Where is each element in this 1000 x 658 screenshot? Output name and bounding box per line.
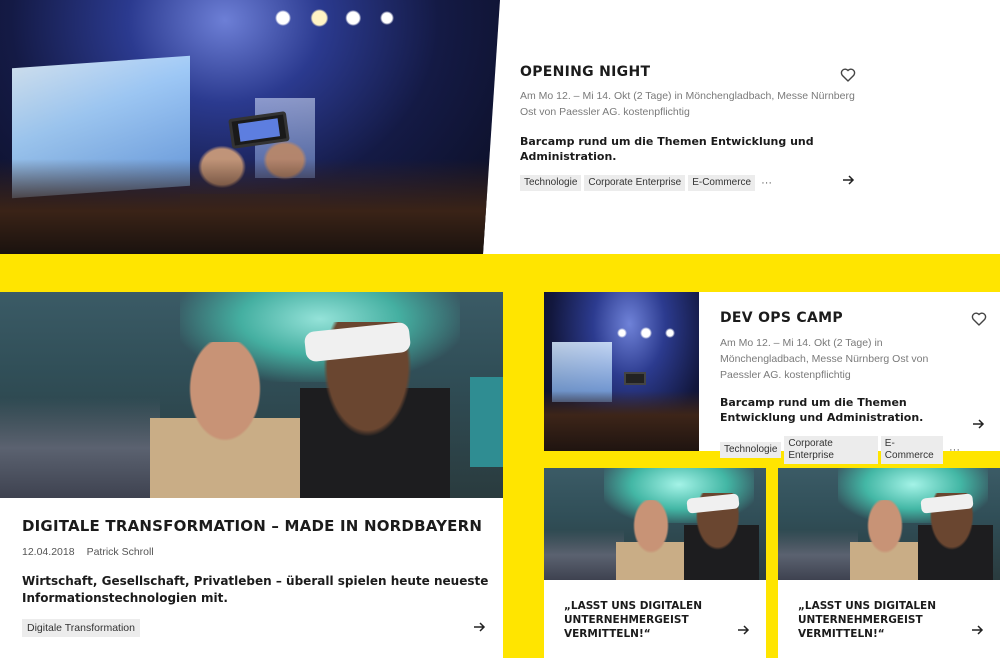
quote-title[interactable]: „LASST UNS DIGITALEN UNTERNEHMERGEIST VE… [798, 599, 958, 641]
event-description: Barcamp rund um die Themen Entwicklung u… [720, 396, 924, 424]
article-meta: 12.04.2018 Patrick Schroll [22, 546, 492, 558]
tag[interactable]: Technologie [520, 175, 582, 191]
featured-event-info: OPENING NIGHT Am Mo 12. – Mi 14. Okt (2 … [520, 64, 860, 191]
arrow-right-icon[interactable] [973, 419, 985, 429]
more-tags-button[interactable]: ··· [761, 177, 772, 189]
tag-list: Digitale Transformation [22, 619, 492, 637]
arrow-right-icon[interactable] [972, 625, 984, 635]
arrow-right-icon[interactable] [474, 622, 486, 632]
quote-card[interactable]: „LASST UNS DIGITALEN UNTERNEHMERGEIST VE… [544, 468, 766, 658]
event-description: Barcamp rund um die Themen Entwicklung u… [520, 135, 814, 163]
tag[interactable]: Corporate Enterprise [584, 175, 686, 191]
tag-list: Technologie Corporate Enterprise E-Comme… [520, 175, 860, 191]
tag[interactable]: Technologie [720, 442, 782, 458]
article-author: Patrick Schroll [86, 546, 154, 558]
event-meta: Am Mo 12. – Mi 14. Okt (2 Tage) in Mönch… [520, 90, 855, 118]
event-info: DEV OPS CAMP Am Mo 12. – Mi 14. Okt (2 T… [720, 310, 960, 464]
arrow-right-icon[interactable] [843, 175, 855, 185]
tag[interactable]: E-Commerce [688, 175, 756, 191]
article-info: DIGITALE TRANSFORMATION – MADE IN NORDBA… [22, 517, 492, 637]
event-title[interactable]: DEV OPS CAMP [720, 310, 960, 326]
quote-photo [778, 468, 1000, 580]
quote-title[interactable]: „LASST UNS DIGITALEN UNTERNEHMERGEIST VE… [564, 599, 724, 641]
quote-card[interactable]: „LASST UNS DIGITALEN UNTERNEHMERGEIST VE… [778, 468, 1000, 658]
article-date: 12.04.2018 [22, 546, 75, 558]
arrow-right-icon[interactable] [738, 625, 750, 635]
article-description: Wirtschaft, Gesellschaft, Privatleben – … [22, 574, 489, 605]
tag[interactable]: E-Commerce [880, 436, 943, 464]
tag-list: Technologie Corporate Enterprise E-Comme… [720, 436, 960, 464]
heart-icon[interactable] [971, 311, 987, 327]
featured-event-card[interactable]: OPENING NIGHT Am Mo 12. – Mi 14. Okt (2 … [0, 0, 1000, 254]
tag[interactable]: Corporate Enterprise [784, 436, 878, 464]
article-photo [0, 292, 503, 498]
article-title[interactable]: DIGITALE TRANSFORMATION – MADE IN NORDBA… [22, 517, 492, 535]
tag[interactable]: Digitale Transformation [22, 619, 140, 637]
event-title[interactable]: OPENING NIGHT [520, 64, 860, 80]
event-meta: Am Mo 12. – Mi 14. Okt (2 Tage) in Mönch… [720, 337, 929, 381]
article-card[interactable]: DIGITALE TRANSFORMATION – MADE IN NORDBA… [0, 292, 503, 658]
more-tags-button[interactable]: ··· [949, 444, 960, 456]
quote-photo [544, 468, 766, 580]
heart-icon[interactable] [840, 67, 856, 83]
event-card[interactable]: DEV OPS CAMP Am Mo 12. – Mi 14. Okt (2 T… [544, 292, 1000, 464]
event-photo [544, 292, 699, 451]
event-photo [0, 0, 500, 254]
